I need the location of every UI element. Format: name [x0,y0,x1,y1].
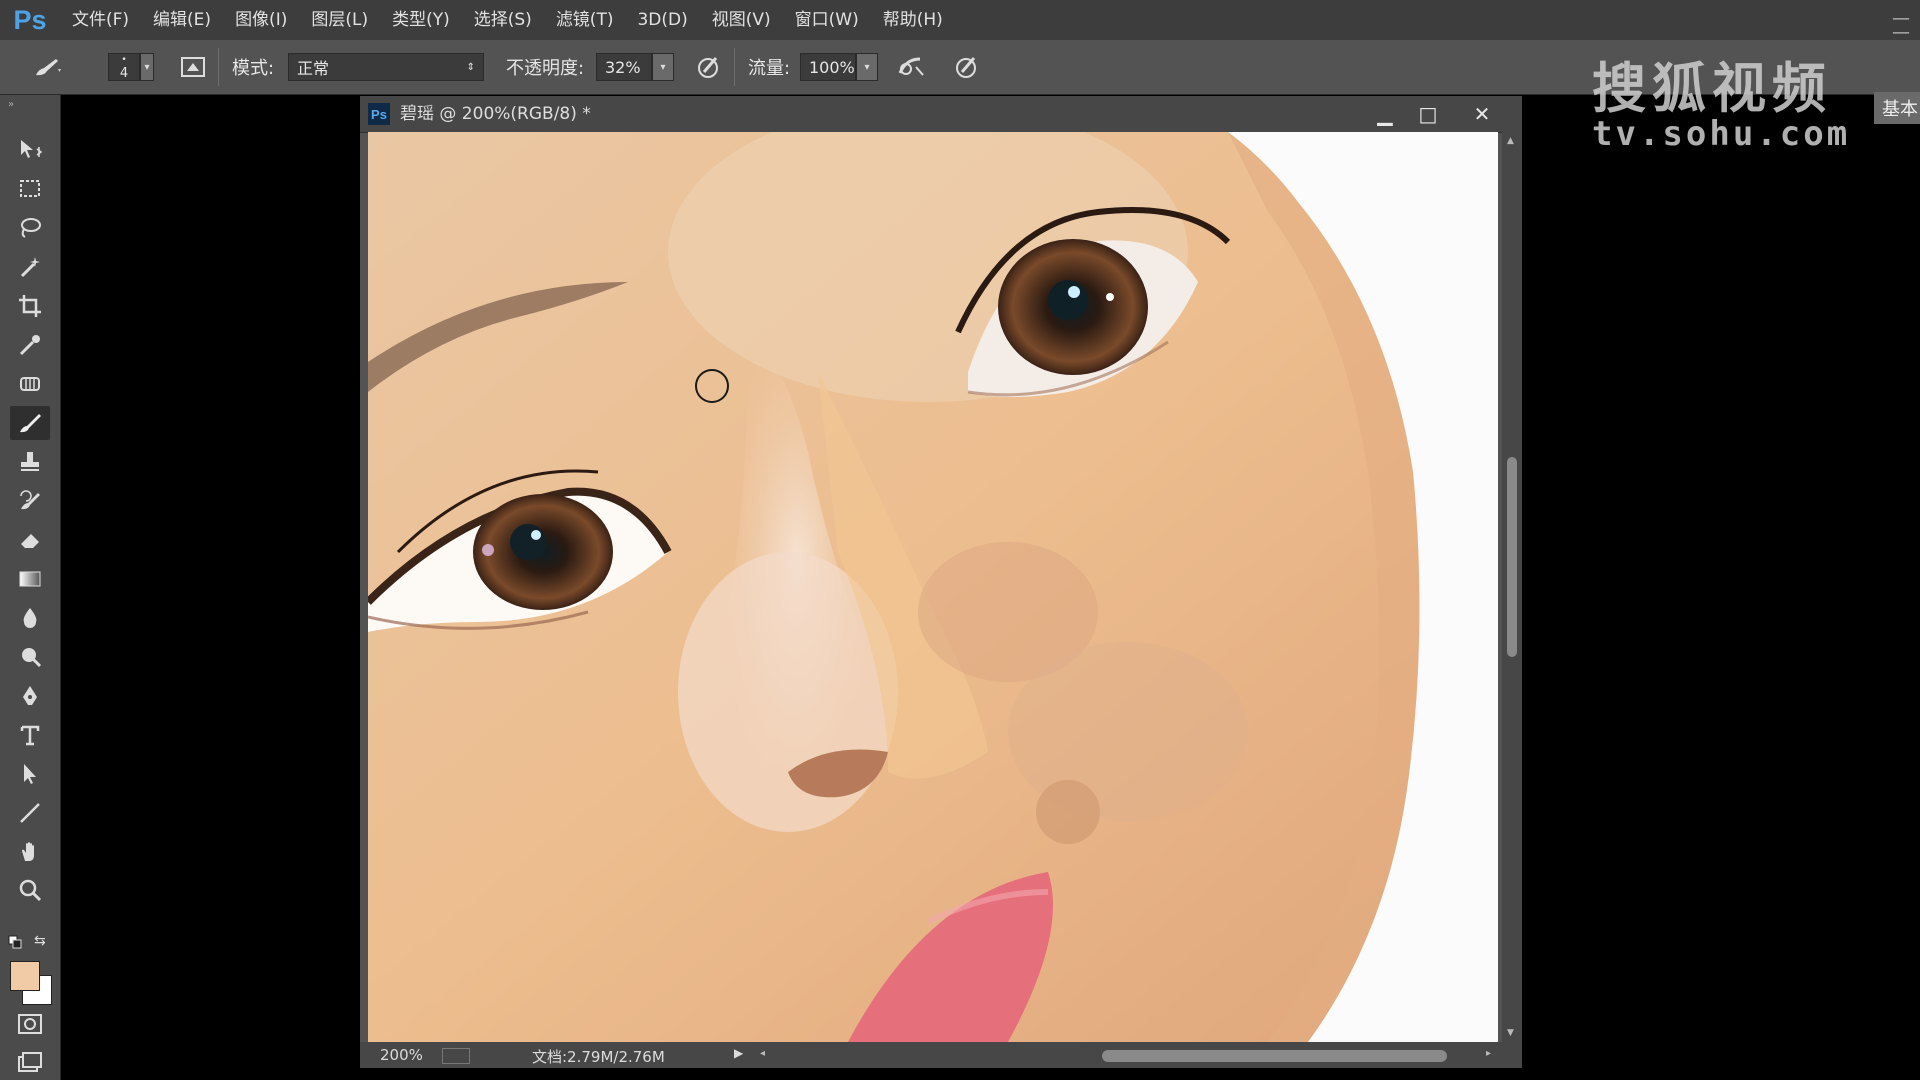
blur-tool-icon[interactable] [10,601,50,635]
scroll-right-icon[interactable]: ▸ [1486,1048,1491,1059]
flow-label: 流量: [748,58,791,79]
eyedropper-tool-icon[interactable] [10,328,50,362]
line-tool-icon[interactable] [10,796,50,830]
brush-size-dropdown-icon[interactable]: ▾ [140,53,154,81]
brush-tool-icon[interactable] [10,406,50,440]
crop-tool-icon[interactable] [10,289,50,323]
brush-preset-icon[interactable] [30,50,64,84]
flow-dropdown-icon[interactable]: ▾ [856,53,878,81]
document-titlebar[interactable]: Ps 碧瑶 @ 200%(RGB/8) * ▁ □ ✕ [360,96,1522,133]
opacity-dropdown-icon[interactable]: ▾ [652,53,674,81]
gradient-tool-icon[interactable] [10,562,50,596]
ps-document-icon: Ps [368,103,390,125]
opacity-input[interactable]: 32% [596,53,652,81]
default-colors-icon[interactable] [8,935,24,955]
portrait-painting [368,132,1498,1042]
pressure-opacity-icon[interactable] [692,50,726,84]
menu-filter[interactable]: 滤镜(T) [544,0,626,40]
menu-image[interactable]: 图像(I) [223,0,299,40]
history-brush-tool-icon[interactable] [10,484,50,518]
marquee-tool-icon[interactable] [10,172,50,206]
menu-bar: Ps 文件(F) 编辑(E) 图像(I) 图层(L) 类型(Y) 选择(S) 滤… [0,0,1920,43]
menu-edit[interactable]: 编辑(E) [141,0,223,40]
updown-icon: ⇕ [466,61,475,73]
dodge-tool-icon[interactable] [10,640,50,674]
status-info-icon[interactable] [442,1048,470,1064]
hand-tool-icon[interactable] [10,835,50,869]
menu-3d[interactable]: 3D(D) [625,0,699,40]
zoom-level[interactable]: 200% [380,1046,423,1064]
opacity-label: 不透明度: [506,58,585,79]
mode-label: 模式: [232,58,275,79]
scroll-down-icon[interactable]: ▼ [1507,1028,1514,1038]
swap-colors-icon[interactable]: ⇆ [34,933,46,949]
magic-wand-tool-icon[interactable] [10,250,50,284]
vertical-scrollbar[interactable]: ▲ ▼ [1502,132,1522,1042]
pressure-size-icon[interactable] [950,50,984,84]
zoom-tool-icon[interactable] [10,874,50,908]
status-menu-arrow-icon[interactable]: ▶ [734,1046,743,1060]
horizontal-scroll-thumb[interactable] [1102,1050,1447,1062]
screen-mode-icon[interactable] [10,1045,50,1079]
document-size: 文档:2.79M/2.76M [532,1048,665,1066]
foreground-color-swatch[interactable] [10,961,40,991]
path-selection-tool-icon[interactable] [10,757,50,791]
menu-help[interactable]: 帮助(H) [871,0,955,40]
document-window: Ps 碧瑶 @ 200%(RGB/8) * ▁ □ ✕ ▲ ▼ 200% 文档:… [360,96,1522,1068]
toolbox: » ⇆ [0,95,61,1080]
menu-file[interactable]: 文件(F) [60,0,141,40]
eraser-tool-icon[interactable] [10,523,50,557]
close-icon[interactable]: ✕ [1462,96,1502,132]
airbrush-icon[interactable] [894,50,928,84]
vertical-scroll-thumb[interactable] [1507,457,1517,657]
scroll-left-icon[interactable]: ◂ [760,1048,765,1059]
move-tool-icon[interactable] [10,133,50,167]
canvas[interactable] [368,132,1498,1042]
brush-panel-toggle-icon[interactable] [176,50,210,84]
quick-mask-icon[interactable] [10,1007,50,1041]
sohu-watermark-title: 搜狐视频 [1592,57,1832,120]
flow-input[interactable]: 100% [800,53,856,81]
brush-size-field[interactable]: • 4 [108,53,140,81]
sohu-watermark-url: tv.sohu.com [1592,114,1851,154]
pen-tool-icon[interactable] [10,679,50,713]
maximize-icon[interactable]: □ [1408,96,1448,132]
menu-view[interactable]: 视图(V) [700,0,783,40]
menu-layer[interactable]: 图层(L) [299,0,380,40]
menu-select[interactable]: 选择(S) [462,0,544,40]
type-tool-icon[interactable] [10,718,50,752]
workspace-button[interactable]: 基本 [1874,92,1920,124]
collapse-icon[interactable]: » [8,99,14,110]
menu-type[interactable]: 类型(Y) [380,0,462,40]
ps-logo: Ps [13,4,47,35]
minimize-icon[interactable]: ▁ [1365,96,1405,132]
scroll-up-icon[interactable]: ▲ [1507,136,1514,146]
document-title: 碧瑶 @ 200%(RGB/8) * [400,104,591,124]
lasso-tool-icon[interactable] [10,211,50,245]
mode-value: 正常 [297,59,330,78]
clone-stamp-tool-icon[interactable] [10,445,50,479]
mode-select[interactable]: 正常 ⇕ [288,53,484,81]
opacity-value: 32% [605,57,641,77]
status-bar: 200% 文档:2.79M/2.76M ▶ ◂ ▸ [360,1042,1522,1068]
flow-value: 100% [809,57,855,77]
spot-heal-tool-icon[interactable] [10,367,50,401]
menu-window[interactable]: 窗口(W) [783,0,871,40]
brush-size-value: 4 [119,66,129,81]
